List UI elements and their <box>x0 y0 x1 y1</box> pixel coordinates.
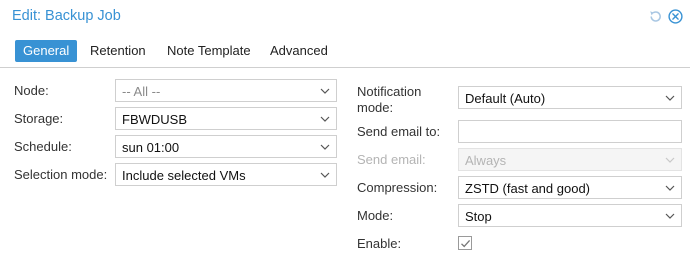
chevron-down-icon <box>664 211 676 221</box>
tab-general[interactable]: General <box>15 40 78 62</box>
compression-label: Compression: <box>357 180 438 195</box>
selection-mode-select[interactable]: Include selected VMs <box>115 163 337 186</box>
notification-mode-select[interactable]: Default (Auto) <box>458 86 682 109</box>
backup-job-dialog: Edit: Backup Job General Retention Note … <box>0 0 690 259</box>
dialog-title: Edit: Backup Job <box>12 8 121 24</box>
storage-label: Storage: <box>14 111 64 126</box>
compression-select-value: ZSTD (fast and good) <box>465 181 590 196</box>
enable-label: Enable: <box>357 236 402 251</box>
tab-retention[interactable]: Retention <box>82 40 154 62</box>
selection-mode-select-value: Include selected VMs <box>122 168 246 183</box>
schedule-select-value: sun 01:00 <box>122 140 180 155</box>
close-circle-icon[interactable] <box>668 9 683 24</box>
mode-select-value: Stop <box>465 209 492 224</box>
chevron-down-icon <box>319 86 331 96</box>
mode-label: Mode: <box>357 208 394 223</box>
storage-select[interactable]: FBWDUSB <box>115 107 337 130</box>
node-select-value: -- All -- <box>122 84 161 99</box>
notification-mode-label-line2: mode: <box>357 100 394 115</box>
mode-select[interactable]: Stop <box>458 204 682 227</box>
enable-checkbox[interactable] <box>458 236 472 250</box>
tab-bar: General Retention Note Template Advanced <box>0 34 690 68</box>
send-email-to-input[interactable] <box>458 120 682 143</box>
send-email-select-value: Always <box>465 153 507 168</box>
chevron-down-icon <box>664 155 676 165</box>
storage-select-value: FBWDUSB <box>122 112 187 127</box>
compression-select[interactable]: ZSTD (fast and good) <box>458 176 682 199</box>
notification-mode-select-value: Default (Auto) <box>465 91 546 106</box>
schedule-select[interactable]: sun 01:00 <box>115 135 337 158</box>
chevron-down-icon <box>319 114 331 124</box>
dialog-title-bar: Edit: Backup Job <box>0 0 690 34</box>
notification-mode-label-line1: Notification <box>357 84 422 99</box>
send-email-label: Send email: <box>357 152 426 167</box>
selection-mode-label: Selection mode: <box>14 167 108 182</box>
node-select[interactable]: -- All -- <box>115 79 337 102</box>
schedule-label: Schedule: <box>14 139 72 154</box>
send-email-to-label: Send email to: <box>357 124 441 139</box>
tab-note-template[interactable]: Note Template <box>159 40 259 62</box>
tab-advanced[interactable]: Advanced <box>262 40 336 62</box>
chevron-down-icon <box>664 93 676 103</box>
chevron-down-icon <box>664 183 676 193</box>
chevron-down-icon <box>319 142 331 152</box>
send-email-select: Always <box>458 148 682 171</box>
chevron-down-icon <box>319 170 331 180</box>
node-label: Node: <box>14 83 49 98</box>
reset-icon[interactable] <box>648 9 663 24</box>
